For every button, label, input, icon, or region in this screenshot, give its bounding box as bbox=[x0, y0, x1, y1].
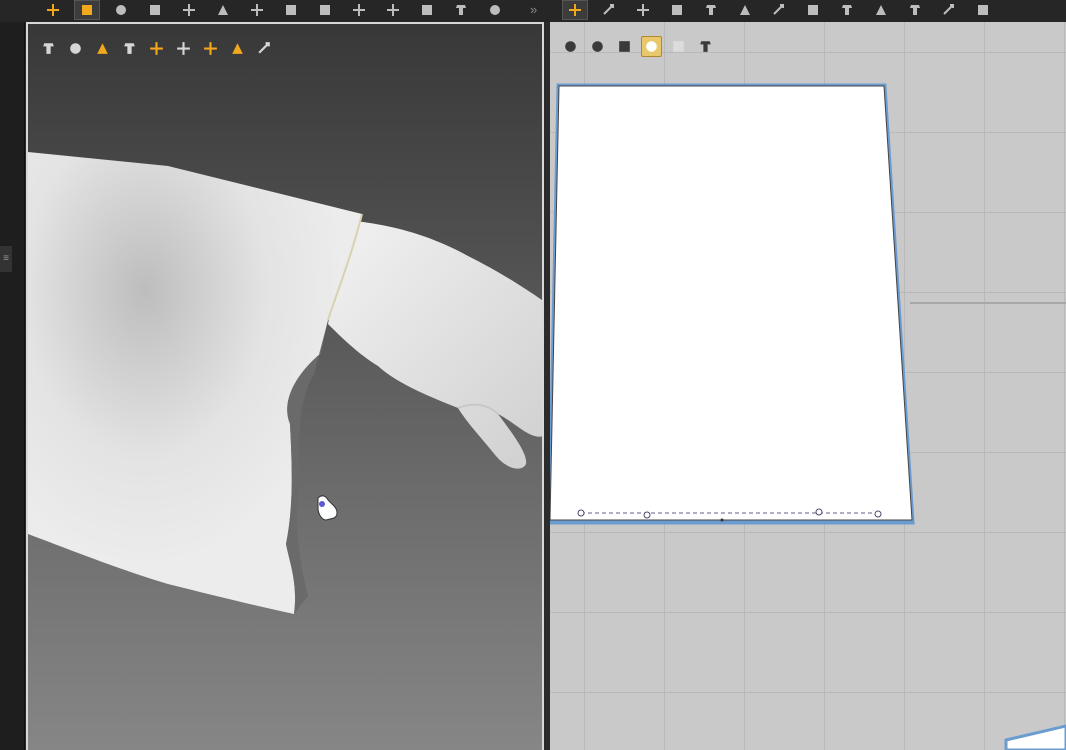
viewport-3d[interactable] bbox=[26, 22, 544, 750]
left-side-strip: ≡ bbox=[0, 22, 25, 750]
hand-cursor-icon bbox=[317, 495, 338, 521]
transform-pattern-icon[interactable] bbox=[40, 0, 66, 20]
bounding-box-icon[interactable] bbox=[596, 0, 622, 20]
line-icon[interactable] bbox=[936, 0, 962, 20]
tack-icon[interactable] bbox=[176, 0, 202, 20]
seam-point[interactable] bbox=[577, 509, 585, 517]
polygon-icon[interactable] bbox=[664, 0, 690, 20]
export-icon[interactable] bbox=[254, 38, 275, 59]
3d-scene[interactable] bbox=[28, 24, 544, 750]
pin-icon[interactable] bbox=[210, 0, 236, 20]
copy-pattern-icon[interactable] bbox=[668, 36, 689, 57]
pattern-display-icon[interactable] bbox=[146, 38, 167, 59]
pattern-window-toolbar bbox=[560, 36, 716, 57]
edit-pattern-icon[interactable] bbox=[562, 0, 588, 20]
pattern-window-2d[interactable] bbox=[550, 22, 1066, 750]
garment-shape-icon[interactable] bbox=[142, 0, 168, 20]
garment-sleeve bbox=[28, 152, 363, 614]
pattern-piece-partial[interactable] bbox=[1004, 724, 1066, 750]
2d-pattern-canvas[interactable] bbox=[550, 22, 1066, 750]
garment-view-icon[interactable] bbox=[65, 38, 86, 59]
avatar-view-icon[interactable] bbox=[119, 38, 140, 59]
fold-view-icon[interactable] bbox=[173, 38, 194, 59]
seam-point[interactable] bbox=[815, 508, 823, 516]
fold-icon[interactable] bbox=[834, 0, 860, 20]
notch-point[interactable] bbox=[720, 518, 724, 522]
pleat-icon[interactable] bbox=[800, 0, 826, 20]
internal-shape-icon[interactable] bbox=[732, 0, 758, 20]
seam-point[interactable] bbox=[874, 510, 882, 518]
info-icon[interactable] bbox=[614, 36, 635, 57]
select-move-icon[interactable] bbox=[74, 0, 100, 20]
seam-point[interactable] bbox=[643, 511, 651, 519]
viewport-3d-toolbar bbox=[38, 38, 275, 59]
toolbar-overflow-icon[interactable]: » bbox=[530, 2, 537, 17]
segment-icon[interactable] bbox=[902, 0, 928, 20]
sewing-icon[interactable] bbox=[868, 0, 894, 20]
dart-icon[interactable] bbox=[698, 0, 724, 20]
shirt-icon[interactable] bbox=[970, 0, 996, 20]
avatar-hand bbox=[328, 220, 542, 469]
main-toolbar: » bbox=[0, 0, 1066, 23]
fold-arrangement-icon[interactable] bbox=[108, 0, 134, 20]
brush-icon[interactable] bbox=[414, 0, 440, 20]
rectangle-icon[interactable] bbox=[630, 0, 656, 20]
camera-icon[interactable] bbox=[244, 0, 270, 20]
pattern-piece-body[interactable] bbox=[550, 85, 913, 521]
grid-mesh-icon[interactable] bbox=[766, 0, 792, 20]
stress-map-icon[interactable] bbox=[92, 38, 113, 59]
avatar-arrange-icon[interactable] bbox=[278, 0, 304, 20]
globe-icon[interactable] bbox=[227, 38, 248, 59]
mesh-icon[interactable] bbox=[346, 0, 372, 20]
panel-handle-icon[interactable]: ≡ bbox=[0, 246, 12, 272]
list-icon[interactable] bbox=[482, 0, 508, 20]
skin-avatar-icon[interactable] bbox=[200, 38, 221, 59]
measure-icon[interactable] bbox=[312, 0, 338, 20]
trace-icon[interactable] bbox=[380, 0, 406, 20]
pattern-piece[interactable] bbox=[550, 83, 915, 525]
shirt-view-icon[interactable] bbox=[587, 36, 608, 57]
pen-tool-icon[interactable] bbox=[560, 36, 581, 57]
gear-icon[interactable] bbox=[448, 0, 474, 20]
pattern-fill-icon[interactable] bbox=[641, 36, 662, 57]
texture-view-icon[interactable] bbox=[38, 38, 59, 59]
export-pattern-icon[interactable] bbox=[695, 36, 716, 57]
